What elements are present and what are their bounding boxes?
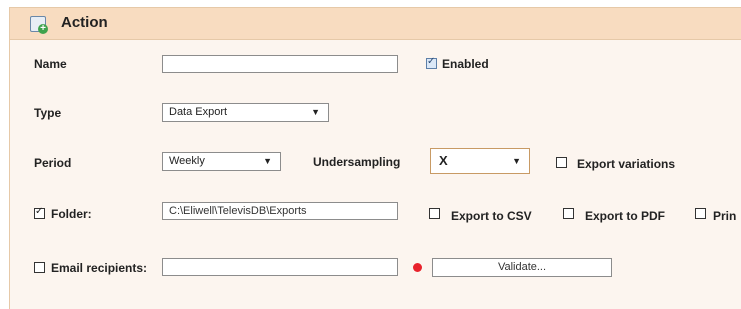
validate-button[interactable]: Validate... (432, 258, 612, 277)
panel-title: Action (61, 14, 108, 31)
print-checkbox[interactable] (695, 208, 706, 219)
export-csv-checkbox[interactable] (429, 208, 440, 219)
enabled-checkbox[interactable] (426, 56, 437, 69)
export-csv-label: Export to CSV (451, 209, 532, 223)
chevron-down-icon: ▼ (263, 156, 272, 166)
export-pdf-label: Export to PDF (585, 209, 665, 223)
undersampling-select[interactable]: X ▼ (430, 148, 530, 174)
name-label: Name (34, 57, 67, 71)
print-label: Prin (713, 209, 737, 223)
export-variations-checkbox[interactable] (556, 157, 567, 168)
undersampling-label: Undersampling (313, 155, 401, 169)
add-action-icon: + (30, 16, 48, 34)
email-recipients-checkbox[interactable] (34, 262, 45, 273)
period-select[interactable]: Weekly ▼ (162, 152, 281, 171)
type-label: Type (34, 106, 62, 120)
enabled-label: Enabled (442, 57, 489, 71)
status-indicator (413, 263, 422, 272)
folder-input[interactable] (162, 202, 398, 220)
folder-label: Folder: (51, 207, 92, 221)
folder-checkbox[interactable] (34, 206, 45, 219)
type-select[interactable]: Data Export ▼ (162, 103, 329, 122)
type-select-value: Data Export (169, 106, 228, 118)
export-variations-label: Export variations (577, 157, 676, 171)
period-label: Period (34, 156, 72, 170)
chevron-down-icon: ▼ (512, 156, 521, 166)
email-recipients-label: Email recipients: (51, 261, 148, 275)
chevron-down-icon: ▼ (311, 107, 320, 117)
panel-header: + Action (10, 8, 741, 40)
undersampling-select-value: X (439, 153, 448, 168)
export-pdf-checkbox[interactable] (563, 208, 574, 219)
period-select-value: Weekly (169, 155, 205, 167)
email-recipients-input[interactable] (162, 258, 398, 276)
name-input[interactable] (162, 55, 398, 73)
